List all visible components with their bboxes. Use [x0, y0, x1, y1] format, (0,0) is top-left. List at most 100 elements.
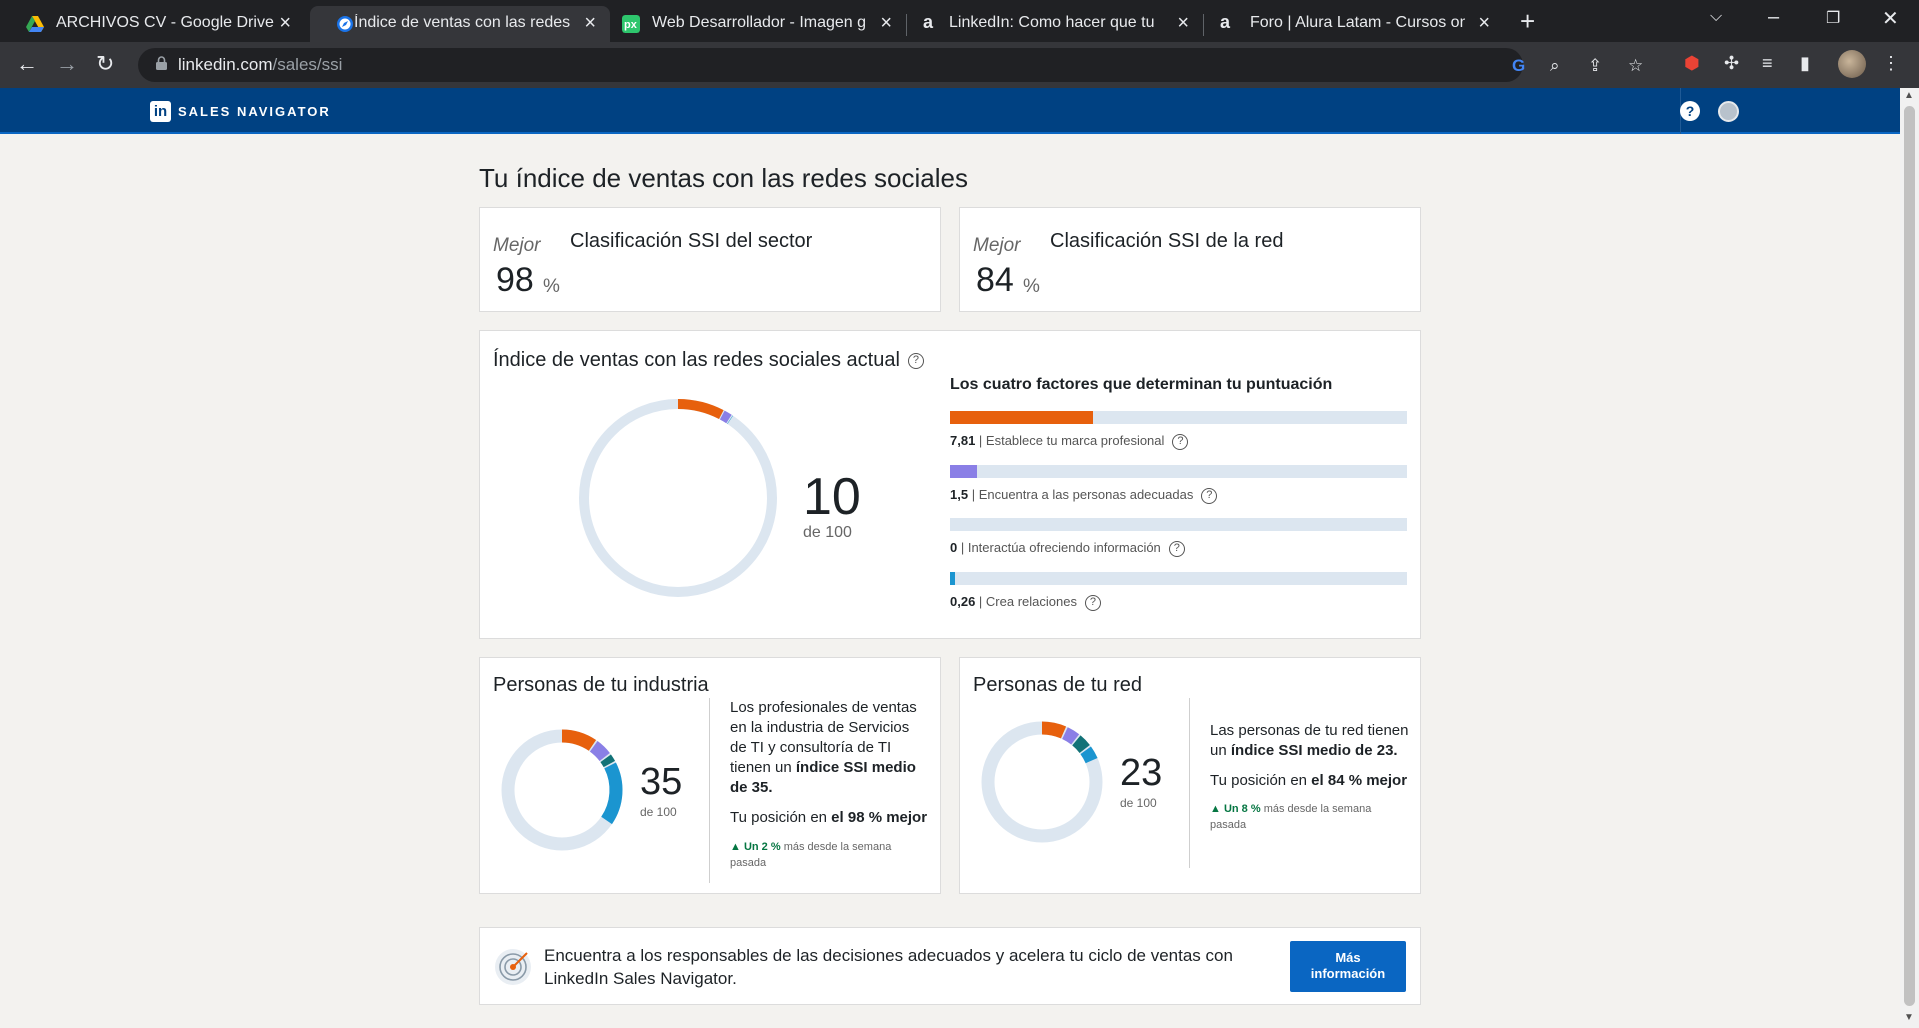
- card-divider: [709, 698, 710, 883]
- current-ssi-card: Índice de ventas con las redes sociales …: [479, 330, 1421, 639]
- factor-bar-personas: [950, 465, 1407, 478]
- help-circle-icon[interactable]: ?: [1168, 540, 1185, 557]
- close-tab-icon[interactable]: ×: [1177, 12, 1189, 35]
- user-menu-icon[interactable]: [1718, 101, 1739, 122]
- bookmark-star-icon[interactable]: ☆: [1628, 56, 1643, 76]
- tab-title: Foro | Alura Latam - Cursos onlin: [1250, 14, 1465, 31]
- side-panel-icon[interactable]: ▮: [1800, 53, 1810, 74]
- close-tab-icon[interactable]: ×: [880, 12, 892, 35]
- industry-donut-chart: [501, 729, 623, 851]
- tab-title: LinkedIn: Como hacer que tu per: [949, 14, 1159, 31]
- back-icon[interactable]: ←: [16, 51, 38, 77]
- donut-segment-2: [1072, 735, 1090, 754]
- industry-score: 35: [640, 761, 683, 803]
- linkedin-logo-icon[interactable]: in: [150, 101, 171, 122]
- factor-label-personas: 1,5 | Encuentra a las personas adecuadas…: [950, 487, 1218, 504]
- restore-icon[interactable]: ❐: [1826, 8, 1840, 28]
- google-lens-icon[interactable]: G: [1512, 56, 1525, 76]
- ranking-card-sector: Mejor Clasificación SSI del sector 98 %: [479, 207, 941, 312]
- close-window-icon[interactable]: ✕: [1882, 6, 1899, 31]
- extension-adblock-icon[interactable]: ⬢: [1684, 53, 1700, 74]
- minimize-icon[interactable]: –: [1768, 6, 1779, 29]
- svg-text:px: px: [624, 19, 638, 31]
- factor-bar-relaciones: [950, 572, 1407, 585]
- reload-icon[interactable]: ↻: [96, 51, 114, 77]
- media-controls-icon[interactable]: ≡: [1762, 53, 1773, 74]
- page-scrollbar[interactable]: ▲ ▼: [1900, 88, 1919, 1028]
- help-circle-icon[interactable]: ?: [1172, 433, 1189, 450]
- browser-toolbar: ← → ↻ linkedin.com/sales/ssi G ⌕ ⇪ ☆ ⬢ ✣…: [0, 42, 1919, 88]
- pixabay-icon: px: [622, 15, 640, 33]
- network-description: Las personas de tu red tienen un índice …: [1210, 722, 1409, 759]
- donut-track: [579, 399, 777, 597]
- browser-tab-strip: ARCHIVOS CV - Google Drive × Índice de v…: [0, 0, 1919, 42]
- browser-tab-drive[interactable]: ARCHIVOS CV - Google Drive ×: [0, 6, 305, 42]
- forward-icon[interactable]: →: [56, 51, 78, 77]
- donut-segment-0: [677, 399, 724, 420]
- industry-description: Los profesionales de ventas en la indust…: [730, 699, 917, 796]
- profile-avatar[interactable]: [1838, 50, 1866, 78]
- help-circle-icon[interactable]: ?: [1084, 594, 1101, 611]
- close-tab-icon[interactable]: ×: [1478, 12, 1490, 35]
- browser-tab-linkedin-alura[interactable]: a LinkedIn: Como hacer que tu per ×: [907, 6, 1203, 42]
- brand-title[interactable]: SALES NAVIGATOR: [178, 104, 331, 119]
- ranking-title: Clasificación SSI del sector: [570, 230, 813, 252]
- network-card: Personas de tu red 23 de 100 Las persona…: [959, 657, 1421, 894]
- tab-title: Índice de ventas con las redes so: [354, 14, 574, 31]
- close-tab-icon[interactable]: ×: [584, 12, 596, 35]
- address-bar[interactable]: linkedin.com/sales/ssi G ⌕ ⇪ ☆: [138, 48, 1643, 82]
- ranking-title: Clasificación SSI de la red: [1050, 230, 1284, 252]
- help-circle-icon[interactable]: ?: [1201, 487, 1218, 504]
- network-score: 23: [1120, 752, 1163, 794]
- alura-icon: a: [1220, 12, 1231, 32]
- network-trend: ▲ Un 8 % más desde la semana pasada: [1210, 803, 1372, 831]
- current-ssi-title: Índice de ventas con las redes sociales …: [493, 349, 924, 372]
- browser-tab-foro[interactable]: a Foro | Alura Latam - Cursos onlin ×: [1204, 6, 1504, 42]
- mejor-label: Mejor: [493, 235, 541, 256]
- page-title: Tu índice de ventas con las redes social…: [479, 163, 968, 193]
- ssi-donut-chart: [579, 399, 777, 597]
- donut-segment-1: [589, 741, 610, 762]
- industry-position: Tu posición en el 98 % mejor: [730, 809, 928, 826]
- alura-icon: a: [923, 12, 934, 32]
- zoom-icon[interactable]: ⌕: [1550, 56, 1560, 76]
- new-tab-icon[interactable]: +: [1520, 6, 1535, 37]
- sales-navigator-header: in SALES NAVIGATOR ?: [0, 88, 1900, 134]
- industry-card: Personas de tu industria 35 de 100 Los p…: [479, 657, 941, 894]
- scroll-down-icon[interactable]: ▼: [1904, 1012, 1914, 1023]
- tab-search-icon[interactable]: ⌵: [1710, 8, 1722, 26]
- up-arrow-icon: ▲: [730, 841, 744, 853]
- mejor-label: Mejor: [973, 235, 1021, 256]
- tab-title: ARCHIVOS CV - Google Drive: [56, 14, 274, 31]
- browser-tab-ssi[interactable]: Índice de ventas con las redes so ×: [310, 6, 610, 42]
- percent-unit: %: [543, 276, 560, 297]
- donut-segment-1: [719, 410, 732, 424]
- close-tab-icon[interactable]: ×: [279, 12, 291, 35]
- more-info-button[interactable]: Más información: [1290, 941, 1406, 992]
- donut-segment-0: [1041, 721, 1067, 739]
- extensions-puzzle-icon[interactable]: ✣: [1724, 53, 1739, 74]
- lock-icon: [156, 56, 167, 70]
- menu-kebab-icon[interactable]: ⋮: [1882, 53, 1900, 74]
- share-icon[interactable]: ⇪: [1588, 56, 1602, 76]
- scroll-up-icon[interactable]: ▲: [1904, 90, 1914, 101]
- donut-segment-3: [601, 762, 623, 825]
- up-arrow-icon: ▲: [1210, 803, 1224, 815]
- url-text[interactable]: linkedin.com/sales/ssi: [178, 55, 342, 75]
- scroll-thumb[interactable]: [1904, 106, 1915, 1006]
- factor-bar-interactua: [950, 518, 1407, 531]
- help-icon[interactable]: ?: [1680, 101, 1700, 121]
- card-divider: [1189, 698, 1190, 868]
- factor-bar-fill: [950, 572, 955, 585]
- browser-tab-pixabay[interactable]: px Web Desarrollador - Imagen grat ×: [610, 6, 906, 42]
- industry-trend: ▲ Un 2 % más desde la semana pasada: [730, 841, 892, 869]
- sales-navigator-cta: Encuentra a los responsables de las deci…: [479, 927, 1421, 1005]
- ranking-value: 98: [496, 261, 534, 299]
- google-drive-icon: [26, 16, 44, 32]
- industry-score-sub: de 100: [640, 805, 677, 819]
- percent-unit: %: [1023, 276, 1040, 297]
- factor-label-relaciones: 0,26 | Crea relaciones?: [950, 594, 1101, 611]
- donut-segment-0: [561, 729, 597, 751]
- factors-title: Los cuatro factores que determinan tu pu…: [950, 376, 1333, 393]
- help-circle-icon[interactable]: ?: [907, 352, 924, 369]
